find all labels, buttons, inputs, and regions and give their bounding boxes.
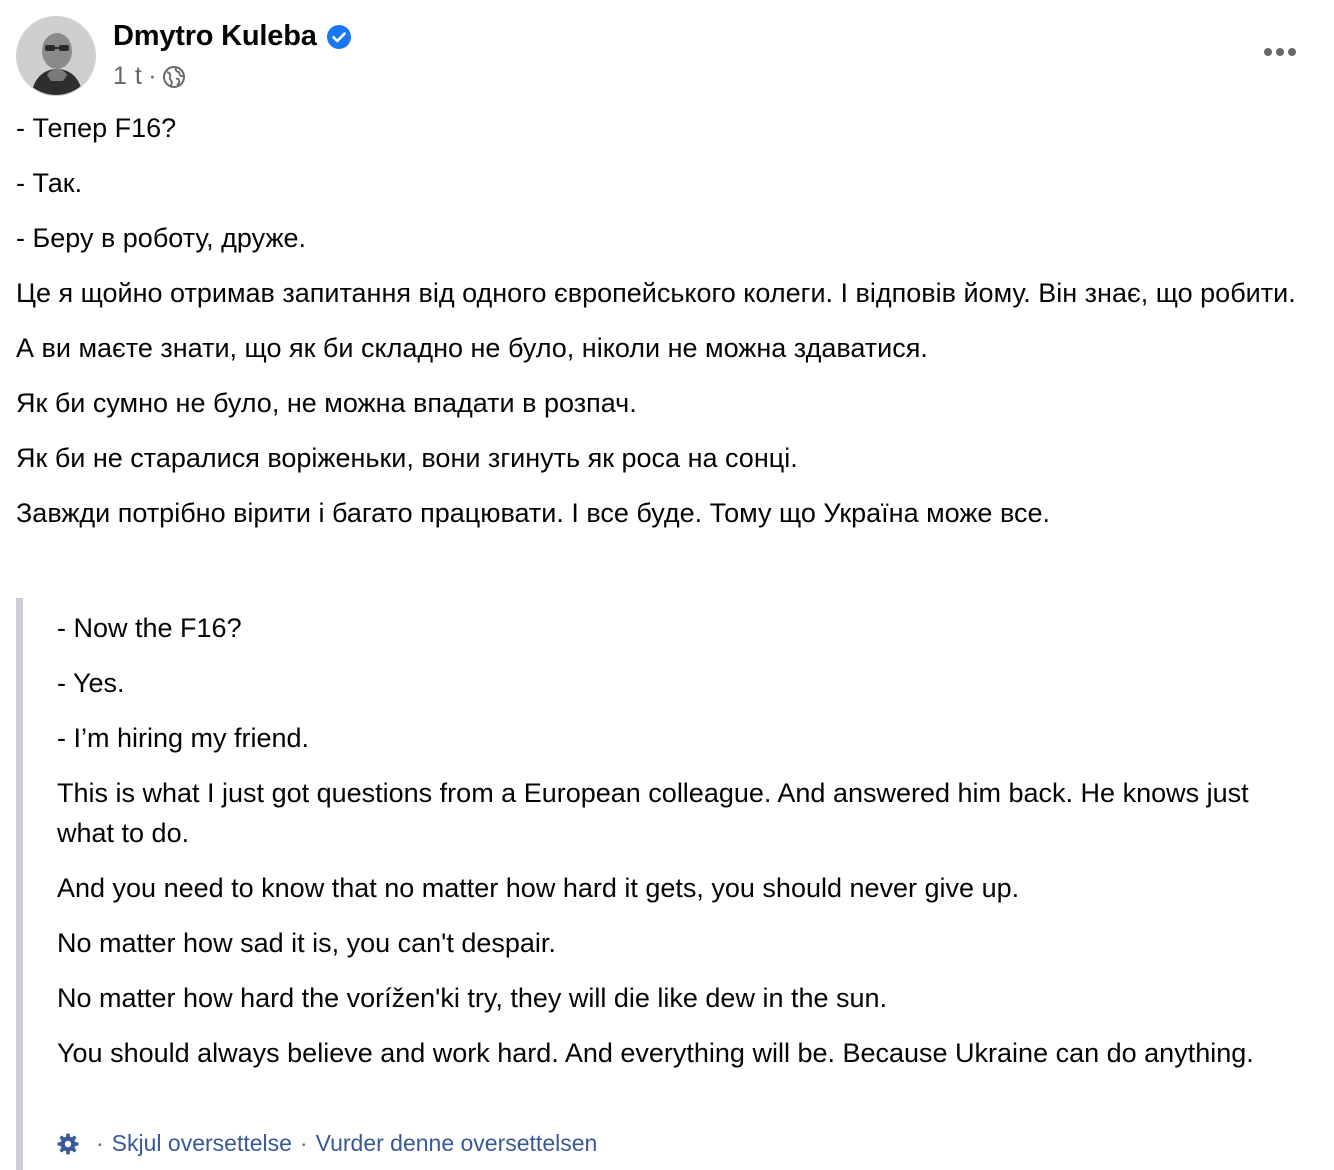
post-paragraph: - Так. xyxy=(16,168,83,198)
translation-body: - Now the F16? - Yes. - I’m hiring my fr… xyxy=(57,598,1306,1073)
translation-paragraph: - Now the F16? xyxy=(57,613,242,643)
footer-separator: · xyxy=(96,1130,104,1156)
more-options-button[interactable] xyxy=(1256,32,1304,72)
more-dot xyxy=(1288,48,1296,56)
translation-paragraph: This is what I just got questions from a… xyxy=(57,778,1249,848)
footer-separator: · xyxy=(299,1130,308,1156)
gear-icon[interactable] xyxy=(56,1132,80,1156)
avatar-portrait-image xyxy=(17,17,95,95)
rate-translation-link[interactable]: Vurder denne oversettelsen xyxy=(316,1130,598,1157)
meta-separator: · xyxy=(148,62,157,90)
post-paragraph: А ви маєте знати, що як би складно не бу… xyxy=(16,333,928,363)
translation-footer: · Skjul oversettelse · Vurder denne over… xyxy=(56,1130,597,1157)
post-paragraph: Завжди потрібно вірити і багато працюват… xyxy=(16,498,1051,528)
translation-paragraph: No matter how sad it is, you can't despa… xyxy=(57,928,556,958)
more-horizontal-icon xyxy=(1264,48,1272,56)
translation-paragraph: - I’m hiring my friend. xyxy=(57,723,310,753)
post-header: Dmytro Kuleba 1 t · xyxy=(16,16,1316,96)
post-timestamp[interactable]: 1 t xyxy=(113,62,142,91)
globe-icon[interactable] xyxy=(162,65,186,89)
hide-translation-link[interactable]: Skjul oversettelse xyxy=(112,1130,292,1157)
translation-block: - Now the F16? - Yes. - I’m hiring my fr… xyxy=(16,598,1306,1170)
translation-paragraph: - Yes. xyxy=(57,668,125,698)
post-paragraph: Як би сумно не було, не можна впадати в … xyxy=(16,388,637,418)
translation-paragraph: And you need to know that no matter how … xyxy=(57,873,1020,903)
verified-badge-icon xyxy=(326,24,352,50)
translation-paragraph: No matter how hard the voríženʹki try, t… xyxy=(57,983,888,1013)
author-avatar[interactable] xyxy=(16,16,96,96)
post-meta: 1 t · xyxy=(113,62,186,91)
translation-paragraph: You should always believe and work hard.… xyxy=(57,1038,1254,1068)
post-paragraph: - Тепер F16? xyxy=(16,113,177,143)
post-paragraph: - Беру в роботу, друже. xyxy=(16,223,307,253)
author-row: Dmytro Kuleba xyxy=(113,20,352,53)
author-name[interactable]: Dmytro Kuleba xyxy=(113,20,317,53)
post-paragraph: Це я щойно отримав запитання від одного … xyxy=(16,278,1296,308)
post-paragraph: Як би не старалися воріженьки, вони згин… xyxy=(16,443,798,473)
post-body: - Тепер F16? - Так. - Беру в роботу, дру… xyxy=(16,108,1316,548)
more-dot xyxy=(1276,48,1284,56)
